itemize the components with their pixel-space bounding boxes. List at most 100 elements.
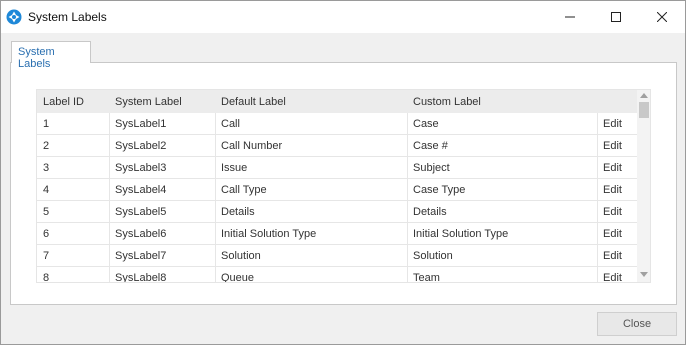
cell-custom-label: Solution [413,250,453,262]
column-header-system-label[interactable]: System Label [115,96,182,108]
column-divider [109,157,110,179]
column-divider [597,201,598,223]
cell-system-label: SysLabel5 [115,206,167,218]
column-header-label-id[interactable]: Label ID [43,96,84,108]
window-title: System Labels [28,10,107,24]
column-divider [407,201,408,223]
column-divider [407,267,408,282]
column-divider [109,267,110,282]
scroll-up-arrow-icon[interactable] [640,93,648,98]
table-row[interactable]: 4 SysLabel4 Call Type Case Type Edit [37,179,637,201]
column-divider [597,223,598,245]
cell-label-id: 7 [43,250,50,262]
column-divider [597,245,598,267]
cell-label-id: 8 [43,272,50,283]
grid-header: Label ID System Label Default Label Cust… [37,90,637,113]
minimize-icon [565,16,575,18]
column-divider [407,223,408,245]
cell-system-label: SysLabel3 [115,162,167,174]
column-divider [215,223,216,245]
cell-system-label: SysLabel7 [115,250,167,262]
table-row[interactable]: 5 SysLabel5 Details Details Edit [37,201,637,223]
vertical-scrollbar[interactable] [637,90,650,282]
close-button[interactable]: Close [597,312,677,336]
app-logo-icon [6,9,22,25]
close-window-button[interactable] [639,1,685,33]
table-row[interactable]: 7 SysLabel7 Solution Solution Edit [37,245,637,267]
tab-panel: Label ID System Label Default Label Cust… [10,62,677,305]
cell-default-label: Initial Solution Type [221,228,317,240]
edit-link[interactable]: Edit [603,140,622,152]
column-header-custom-label[interactable]: Custom Label [413,96,481,108]
tab-system-labels[interactable]: System Labels [11,41,91,70]
cell-label-id: 3 [43,162,50,174]
column-divider [109,135,110,157]
cell-custom-label: Details [413,206,447,218]
maximize-button[interactable] [593,1,639,33]
labels-grid: Label ID System Label Default Label Cust… [36,89,651,283]
cell-custom-label: Case # [413,140,448,152]
window-content: System Labels Label ID System Label Defa… [1,33,685,344]
minimize-button[interactable] [547,1,593,33]
column-divider [109,179,110,201]
cell-default-label: Queue [221,272,255,283]
column-divider [215,245,216,267]
edit-link[interactable]: Edit [603,184,622,196]
column-divider [109,201,110,223]
edit-link[interactable]: Edit [603,118,622,130]
cell-custom-label: Team [413,272,440,283]
cell-custom-label: Subject [413,162,450,174]
column-divider [597,267,598,282]
table-row[interactable]: 2 SysLabel2 Call Number Case # Edit [37,135,637,157]
cell-custom-label: Initial Solution Type [413,228,509,240]
edit-link[interactable]: Edit [603,250,622,262]
edit-link[interactable]: Edit [603,206,622,218]
table-row[interactable]: 1 SysLabel1 Call Case Edit [37,113,637,135]
column-divider [215,135,216,157]
column-divider [597,157,598,179]
edit-link[interactable]: Edit [603,272,622,282]
column-header-default-label[interactable]: Default Label [221,96,286,108]
cell-label-id: 1 [43,118,50,130]
cell-label-id: 2 [43,140,50,152]
scrollbar-thumb[interactable] [639,102,649,118]
table-row[interactable]: 8 SysLabel8 Queue Team Edit [37,267,637,283]
cell-default-label: Call Type [221,184,267,196]
column-divider [407,179,408,201]
edit-link[interactable]: Edit [603,228,622,240]
title-bar[interactable]: System Labels [1,1,685,33]
cell-label-id: 6 [43,228,50,240]
column-divider [407,113,408,135]
cell-label-id: 4 [43,184,50,196]
column-divider [109,113,110,135]
cell-default-label: Call [221,118,240,130]
cell-system-label: SysLabel1 [115,118,167,130]
column-divider [597,179,598,201]
cell-label-id: 5 [43,206,50,218]
column-divider [597,135,598,157]
column-divider [407,135,408,157]
maximize-icon [611,12,621,22]
cell-default-label: Solution [221,250,261,262]
column-divider [597,113,598,135]
column-divider [109,223,110,245]
system-labels-window: System Labels System Labels Label ID Sys… [0,0,686,345]
table-row[interactable]: 6 SysLabel6 Initial Solution Type Initia… [37,223,637,245]
column-divider [215,201,216,223]
column-divider [407,157,408,179]
column-divider [109,245,110,267]
cell-system-label: SysLabel8 [115,272,167,283]
cell-default-label: Details [221,206,255,218]
cell-default-label: Issue [221,162,248,174]
close-icon [657,12,667,22]
scroll-down-arrow-icon[interactable] [640,272,648,277]
cell-system-label: SysLabel6 [115,228,167,240]
column-divider [215,113,216,135]
column-divider [215,179,216,201]
edit-link[interactable]: Edit [603,162,622,174]
tab-label: System Labels [18,46,55,70]
table-row[interactable]: 3 SysLabel3 Issue Subject Edit [37,157,637,179]
cell-system-label: SysLabel4 [115,184,167,196]
cell-custom-label: Case Type [413,184,466,196]
column-divider [215,267,216,282]
